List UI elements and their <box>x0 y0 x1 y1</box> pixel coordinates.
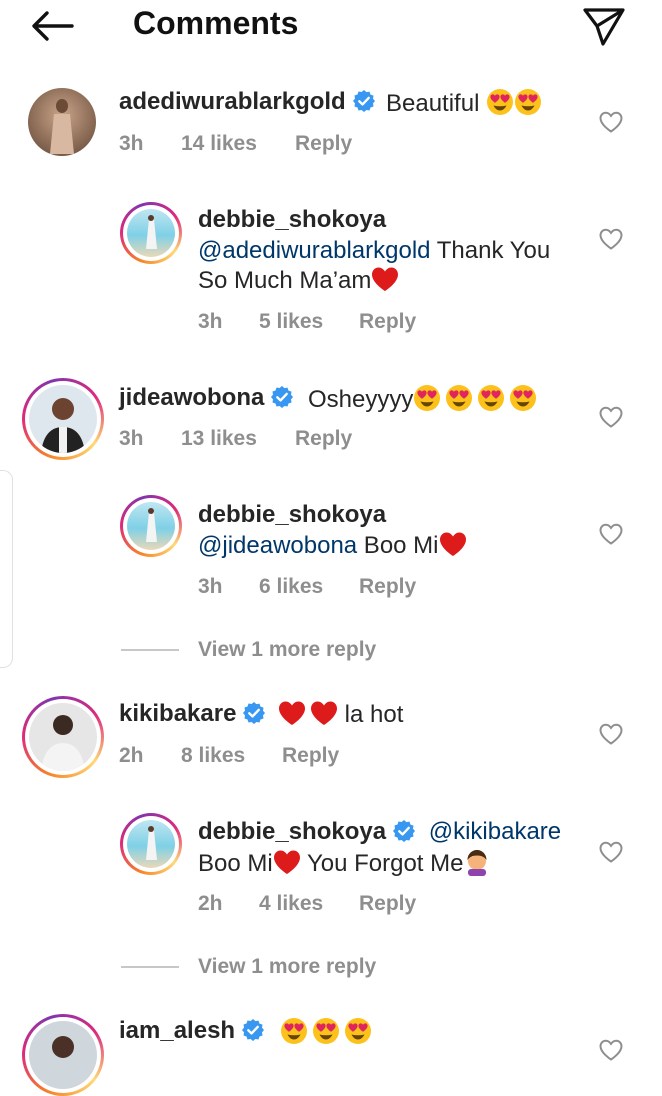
red-heart-emoji <box>278 700 306 726</box>
avatar-image <box>146 508 157 542</box>
verified-icon <box>241 1018 265 1042</box>
heart-eyes-emoji <box>486 88 514 116</box>
reply-text: @adediwurablarkgold Thank You So Much Ma… <box>198 236 578 296</box>
comment-body: Beautiful <box>386 90 480 117</box>
username-link[interactable]: debbie_shokoya <box>198 818 386 845</box>
red-heart-emoji <box>439 531 467 557</box>
like-count[interactable]: 13 likes <box>181 427 257 451</box>
verified-icon <box>270 385 294 409</box>
comment-time: 2h <box>198 892 223 915</box>
reply-body: Boo Mi <box>357 532 439 559</box>
comment-time: 3h <box>198 575 223 598</box>
reply-body: Thank You <box>430 237 551 264</box>
avatar-image <box>146 215 157 249</box>
view-more-replies-button[interactable]: View 1 more reply <box>198 955 376 979</box>
comment-username[interactable]: jideawobona <box>119 384 294 412</box>
avatar[interactable] <box>120 495 182 557</box>
avatar[interactable] <box>22 378 104 460</box>
heart-outline-icon[interactable] <box>598 840 624 864</box>
comment-text <box>280 1017 372 1048</box>
reply-body: You Forgot Me <box>300 850 464 877</box>
avatar-image <box>146 826 157 860</box>
username-link[interactable]: kikibakare <box>119 700 236 727</box>
reply-button[interactable]: Reply <box>295 132 352 156</box>
avatar-image <box>52 1036 74 1058</box>
reply-text: Boo Mi You Forgot Me <box>198 848 491 879</box>
heart-eyes-emoji <box>509 384 537 412</box>
heart-outline-icon[interactable] <box>598 110 624 134</box>
reply-username[interactable]: debbie_shokoya <box>198 501 386 529</box>
reply-button[interactable]: Reply <box>295 427 352 451</box>
heart-eyes-emoji <box>413 384 441 412</box>
heart-outline-icon[interactable] <box>598 522 624 546</box>
reply-button[interactable]: Reply <box>359 310 416 334</box>
comment-time: 3h <box>198 310 223 333</box>
avatar[interactable] <box>22 1014 104 1096</box>
red-heart-emoji <box>310 700 338 726</box>
mention-link[interactable]: @jideawobona <box>198 532 357 559</box>
verified-icon <box>352 89 376 113</box>
like-count[interactable]: 6 likes <box>259 575 323 599</box>
avatar[interactable] <box>120 813 182 875</box>
side-panel-edge <box>0 470 13 668</box>
like-count[interactable]: 14 likes <box>181 132 257 156</box>
avatar-image <box>50 99 74 154</box>
comment-time: 2h <box>119 744 144 767</box>
verified-icon <box>242 701 266 725</box>
back-arrow-icon[interactable] <box>30 8 74 44</box>
username-link[interactable]: iam_alesh <box>119 1017 235 1044</box>
heart-eyes-emoji <box>344 1017 372 1045</box>
heart-eyes-emoji <box>514 88 542 116</box>
comment-text: Beautiful <box>386 88 542 119</box>
avatar-image <box>41 715 85 771</box>
avatar[interactable] <box>120 202 182 264</box>
like-count[interactable]: 4 likes <box>259 892 323 916</box>
divider <box>121 649 179 651</box>
comment-time: 3h <box>119 132 144 155</box>
reply-username[interactable]: debbie_shokoya @kikibakare <box>198 818 561 846</box>
username-link[interactable]: adediwurablarkgold <box>119 88 346 115</box>
avatar[interactable] <box>22 696 104 778</box>
send-icon[interactable] <box>582 4 626 48</box>
heart-eyes-emoji <box>312 1017 340 1045</box>
comment-time: 3h <box>119 427 144 450</box>
avatar[interactable] <box>28 88 96 156</box>
heart-outline-icon[interactable] <box>598 405 624 429</box>
like-count[interactable]: 8 likes <box>181 744 245 768</box>
comment-username[interactable]: kikibakare <box>119 700 266 728</box>
verified-icon <box>392 819 416 843</box>
heart-outline-icon[interactable] <box>598 1038 624 1062</box>
red-heart-emoji <box>371 266 399 292</box>
reply-username[interactable]: debbie_shokoya <box>198 206 386 234</box>
mention-link[interactable]: @kikibakare <box>429 818 561 845</box>
reply-body: Boo Mi <box>198 850 273 877</box>
view-more-replies-button[interactable]: View 1 more reply <box>198 638 376 662</box>
reply-text: @jideawobona Boo Mi <box>198 531 467 561</box>
heart-eyes-emoji <box>445 384 473 412</box>
comment-username[interactable]: adediwurablarkgold <box>119 88 376 116</box>
reply-body: So Much Ma’am <box>198 267 372 294</box>
comment-body: la hot <box>338 701 404 728</box>
reply-button[interactable]: Reply <box>359 892 416 916</box>
like-count[interactable]: 5 likes <box>259 310 323 334</box>
comment-text: Osheyyyy <box>308 384 537 415</box>
heart-eyes-emoji <box>280 1017 308 1045</box>
comment-body: Osheyyyy <box>308 386 414 413</box>
heart-eyes-emoji <box>477 384 505 412</box>
mention-link[interactable]: @adediwurablarkgold <box>198 237 431 264</box>
username-link[interactable]: jideawobona <box>119 384 264 411</box>
heart-outline-icon[interactable] <box>598 722 624 746</box>
comment-text: la hot <box>278 700 403 730</box>
comment-username[interactable]: iam_alesh <box>119 1017 265 1045</box>
heart-outline-icon[interactable] <box>598 227 624 251</box>
reply-button[interactable]: Reply <box>359 575 416 599</box>
red-heart-emoji <box>273 849 301 875</box>
avatar-image <box>41 398 85 453</box>
reply-button[interactable]: Reply <box>282 744 339 768</box>
page-title: Comments <box>133 5 299 41</box>
facepalm-emoji <box>463 848 491 876</box>
divider <box>121 966 179 968</box>
